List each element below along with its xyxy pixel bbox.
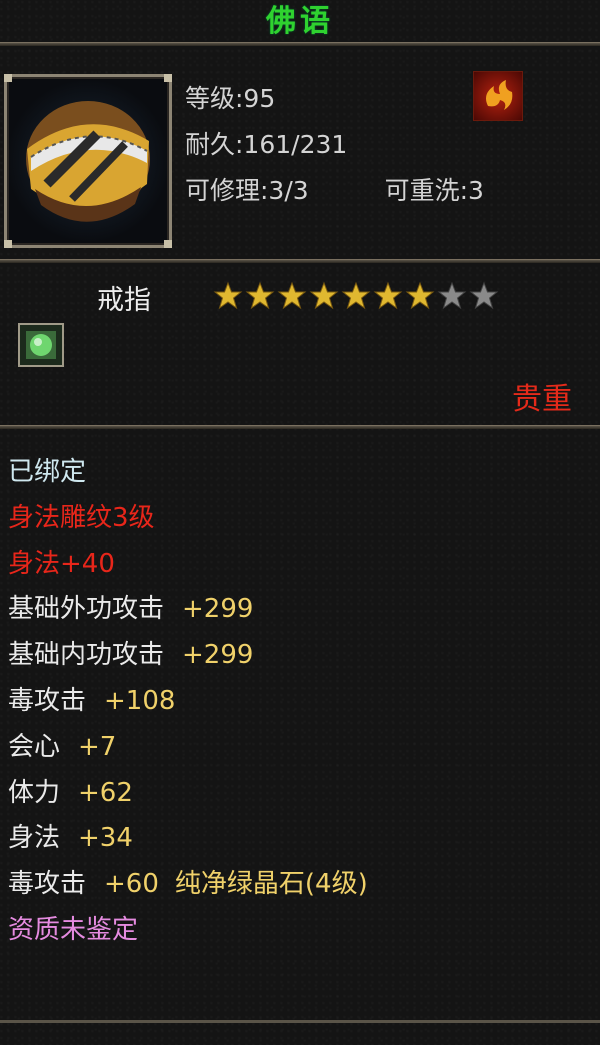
rewash-label: 可重洗:3 — [384, 176, 484, 205]
property-line: 基础外功攻击 +299 — [8, 587, 368, 633]
property-value: +60 — [104, 869, 159, 900]
property-line: 身法 +34 — [8, 816, 368, 862]
star-rating — [212, 280, 500, 312]
item-icon-frame[interactable] — [4, 74, 172, 248]
property-value: +299 — [182, 640, 254, 671]
props-divider — [0, 425, 600, 429]
property-value: +62 — [78, 777, 133, 808]
property-value: +108 — [104, 685, 176, 716]
property-line: 体力 +62 — [8, 771, 368, 817]
property-line: 已绑定 — [8, 457, 87, 487]
frame-corner — [4, 240, 12, 248]
star-filled-icon — [373, 281, 403, 310]
item-repair-count: 可修理:3/3 可重洗:3 — [185, 168, 484, 214]
star-empty-icon — [469, 281, 499, 310]
star-filled-icon — [309, 281, 339, 310]
property-line: 资质未鉴定 — [8, 914, 139, 945]
property-name: 基础内功攻击 — [8, 640, 165, 671]
property-line: 毒攻击 +60 纯净绿晶石(4级) — [8, 862, 368, 908]
quality-label: 贵重 — [512, 382, 572, 417]
item-type: 戒指 — [97, 285, 151, 316]
property-line: 身法雕纹3级 — [8, 502, 155, 533]
property-name: 毒攻击 — [8, 685, 87, 716]
property-line: 身法+40 — [8, 548, 115, 579]
frame-corner — [164, 240, 172, 248]
star-filled-icon — [213, 281, 243, 310]
property-name: 毒攻击 — [8, 869, 87, 900]
property-value: +299 — [182, 594, 254, 625]
item-name: 佛语 — [266, 4, 334, 39]
item-level: 等级:95 — [185, 84, 276, 113]
property-name: 基础外功攻击 — [8, 594, 165, 625]
repair-label: 可修理:3/3 — [185, 176, 309, 205]
frame-corner — [164, 74, 172, 82]
property-list: 已绑定身法雕纹3级 身法+40 基础外功攻击 +299 基础内功攻击 +299 毒攻击 +10… — [8, 450, 368, 954]
property-name: 体力 — [8, 777, 61, 808]
property-value: +7 — [78, 731, 117, 762]
property-value: +34 — [78, 823, 133, 854]
star-filled-icon — [277, 281, 307, 310]
property-line: 基础内功攻击 +299 — [8, 633, 368, 679]
property-line: 毒攻击 +108 — [8, 679, 368, 725]
property-name: 会心 — [8, 731, 61, 762]
bottom-divider — [0, 1020, 600, 1023]
header-divider — [0, 259, 600, 263]
star-filled-icon — [405, 281, 435, 310]
star-filled-icon — [245, 281, 275, 310]
star-empty-icon — [437, 281, 467, 310]
flame-icon — [473, 71, 523, 121]
star-filled-icon — [341, 281, 371, 310]
title-divider — [0, 42, 600, 46]
ring-icon — [26, 101, 150, 222]
frame-corner — [4, 74, 12, 82]
green-gem-icon[interactable] — [18, 323, 64, 367]
property-line: 会心 +7 — [8, 725, 368, 771]
property-gem-source: 纯净绿晶石(4级) — [174, 869, 368, 900]
property-name: 身法 — [8, 823, 61, 854]
item-durability: 耐久:161/231 — [185, 130, 348, 159]
